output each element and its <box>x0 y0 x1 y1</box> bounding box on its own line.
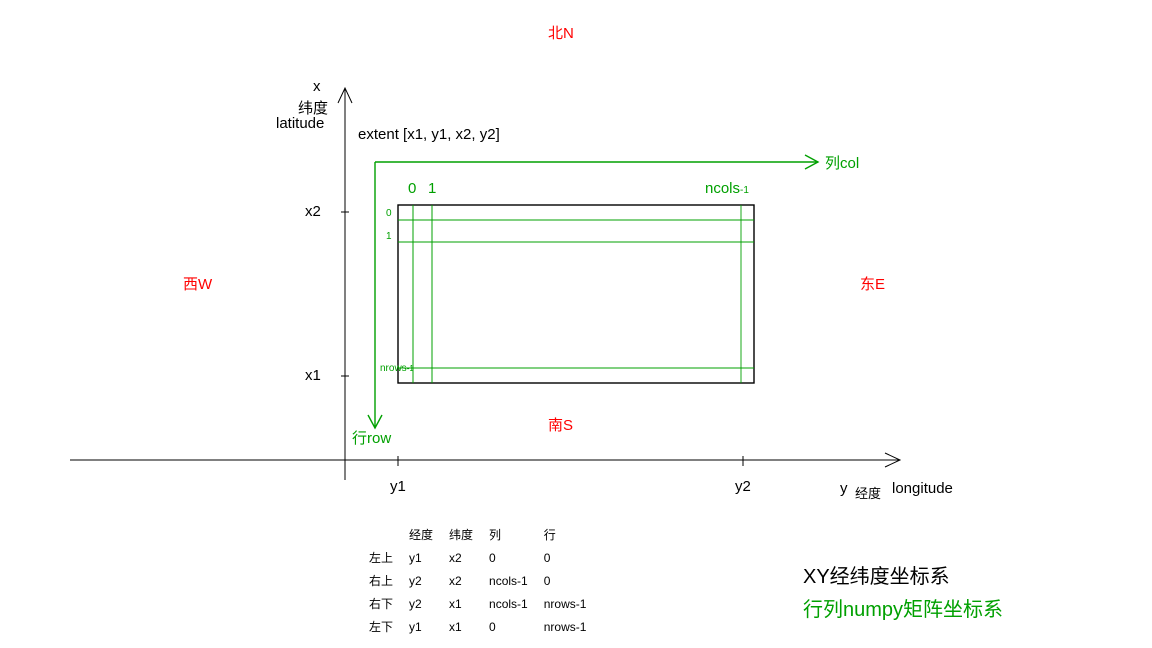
tbl-r2-lat: x1 <box>449 593 487 614</box>
label-y-lng-en: longitude <box>892 480 953 497</box>
label-col-0: 0 <box>408 180 416 197</box>
tbl-r3-row: nrows-1 <box>544 616 601 637</box>
label-col-arrow: 列col <box>825 152 859 173</box>
tbl-hdr-lng: 经度 <box>409 524 447 545</box>
label-nrows-minus1: nrows-1 <box>380 363 414 374</box>
label-nrows-suffix: -1 <box>407 364 414 373</box>
tbl-hdr-col: 列 <box>489 524 542 545</box>
legend-rowcol: 行列numpy矩阵坐标系 <box>803 593 1003 622</box>
label-row-arrow: 行row <box>352 427 391 448</box>
tbl-r2-label: 右下 <box>369 593 407 614</box>
tick-x1: x1 <box>305 367 321 384</box>
tbl-r3-label: 左下 <box>369 616 407 637</box>
tbl-r1-row: 0 <box>544 570 601 591</box>
corner-table: 经度 纬度 列 行 左上 y1 x2 0 0 右上 y2 x2 ncols-1 … <box>367 522 602 639</box>
tbl-r0-lng: y1 <box>409 547 447 568</box>
label-row-1: 1 <box>386 231 392 242</box>
label-x-letter: x <box>313 78 321 95</box>
tick-x2: x2 <box>305 203 321 220</box>
label-east: 东E <box>860 273 885 294</box>
label-nrows-text: nrows <box>380 363 407 374</box>
tbl-r0-lat: x2 <box>449 547 487 568</box>
label-south: 南S <box>548 414 573 435</box>
legend-xy: XY经纬度坐标系 <box>803 560 950 589</box>
tbl-r1-label: 右上 <box>369 570 407 591</box>
corner-table-inner: 经度 纬度 列 行 左上 y1 x2 0 0 右上 y2 x2 ncols-1 … <box>367 522 602 639</box>
label-ncols-text: ncols <box>705 180 740 197</box>
tbl-hdr-row: 行 <box>544 524 601 545</box>
tbl-r0-row: 0 <box>544 547 601 568</box>
label-y-letter: y <box>840 480 848 497</box>
tbl-r1-lat: x2 <box>449 570 487 591</box>
label-x-lat-en: latitude <box>276 115 324 132</box>
tbl-r3-lat: x1 <box>449 616 487 637</box>
label-col-1: 1 <box>428 180 436 197</box>
tbl-r0-col: 0 <box>489 547 542 568</box>
label-y-lng-cn: 经度 <box>855 483 881 502</box>
label-ncols-minus1: ncols-1 <box>705 180 749 198</box>
tbl-hdr-lat: 纬度 <box>449 524 487 545</box>
label-west: 西W <box>183 273 212 294</box>
tbl-r3-lng: y1 <box>409 616 447 637</box>
tbl-r1-col: ncols-1 <box>489 570 542 591</box>
label-north: 北N <box>548 22 574 43</box>
tbl-r0-label: 左上 <box>369 547 407 568</box>
tbl-r2-row: nrows-1 <box>544 593 601 614</box>
diagram-canvas: 北N 南S 东E 西W x 纬度 latitude y 经度 longitude… <box>0 0 1152 648</box>
tbl-r2-lng: y2 <box>409 593 447 614</box>
tbl-r3-col: 0 <box>489 616 542 637</box>
tbl-r2-col: ncols-1 <box>489 593 542 614</box>
tick-y1: y1 <box>390 478 406 495</box>
label-extent: extent [x1, y1, x2, y2] <box>358 126 500 143</box>
tbl-r1-lng: y2 <box>409 570 447 591</box>
tick-y2: y2 <box>735 478 751 495</box>
label-row-0: 0 <box>386 208 392 219</box>
label-ncols-suffix: -1 <box>740 185 749 196</box>
